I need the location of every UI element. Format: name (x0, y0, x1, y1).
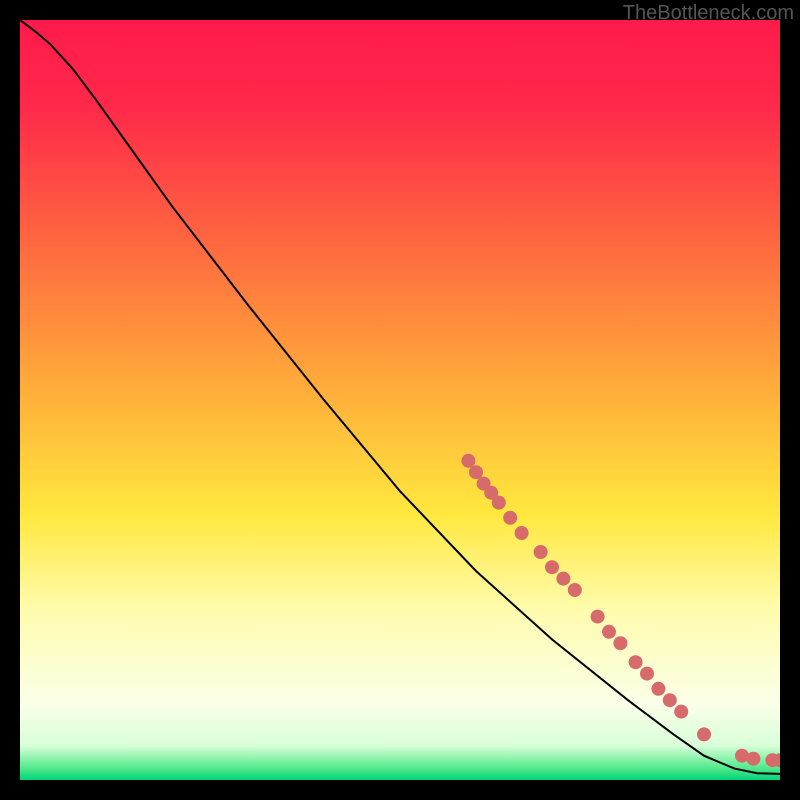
chart-background (20, 20, 780, 780)
chart-svg (20, 20, 780, 780)
marker-point (556, 572, 570, 586)
marker-point (503, 511, 517, 525)
marker-point (591, 610, 605, 624)
chart-stage: TheBottleneck.com (0, 0, 800, 800)
chart-plot-area (20, 20, 780, 780)
marker-point (515, 526, 529, 540)
marker-point (461, 454, 475, 468)
marker-point (492, 496, 506, 510)
marker-point (469, 465, 483, 479)
marker-point (629, 655, 643, 669)
marker-point (640, 667, 654, 681)
marker-point (545, 560, 559, 574)
marker-point (613, 636, 627, 650)
marker-point (674, 705, 688, 719)
marker-point (534, 545, 548, 559)
marker-point (697, 727, 711, 741)
marker-point (663, 693, 677, 707)
marker-point (651, 682, 665, 696)
marker-point (602, 625, 616, 639)
marker-point (746, 752, 760, 766)
marker-point (568, 583, 582, 597)
